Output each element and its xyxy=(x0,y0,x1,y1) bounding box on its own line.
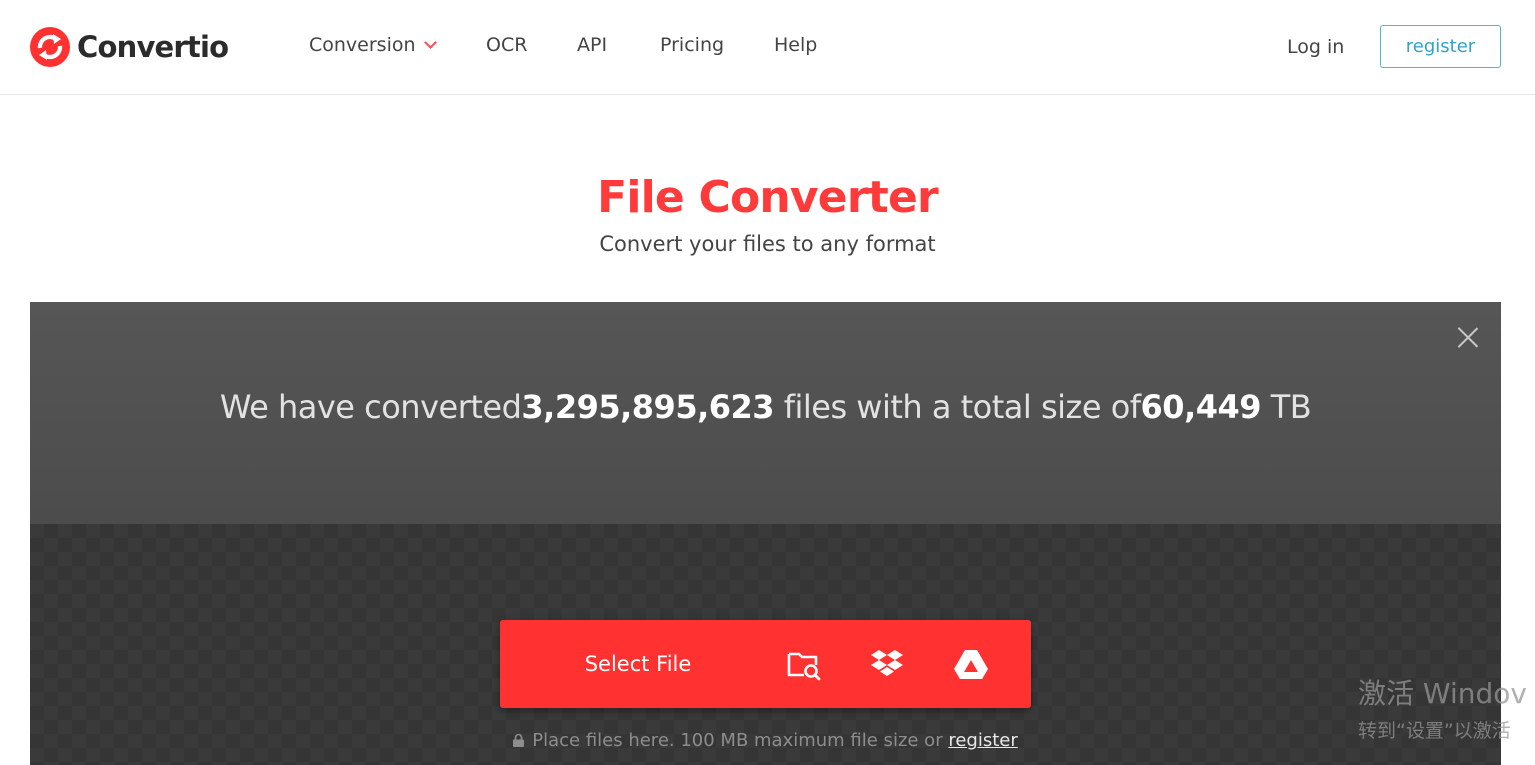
select-file-bar: Select File xyxy=(500,620,1031,708)
page-subtitle: Convert your files to any format xyxy=(599,232,936,256)
close-icon[interactable] xyxy=(1457,326,1479,348)
stats-banner: We have converted3,295,895,623 files wit… xyxy=(30,302,1501,524)
files-count: 3,295,895,623 xyxy=(521,388,775,426)
converter-panel: We have converted3,295,895,623 files wit… xyxy=(30,302,1501,765)
size-unit: TB xyxy=(1261,388,1312,426)
nav-item-label: Conversion xyxy=(309,34,416,56)
page-title: File Converter xyxy=(597,172,939,223)
chevron-down-icon xyxy=(423,36,437,49)
stats-middle: files with a total size of xyxy=(774,388,1141,426)
total-size: 60,449 xyxy=(1140,388,1262,426)
watermark-line-2: 转到“设置”以激活 xyxy=(1358,720,1511,742)
drop-note-register-link[interactable]: register xyxy=(948,730,1017,751)
folder-search-icon[interactable] xyxy=(786,646,822,682)
register-button[interactable]: register xyxy=(1380,25,1501,68)
logo-wordmark: Convertio xyxy=(77,30,229,64)
select-file-button[interactable]: Select File xyxy=(500,620,776,708)
nav-item-ocr[interactable]: OCR xyxy=(486,34,527,56)
stats-text: We have converted3,295,895,623 files wit… xyxy=(30,388,1501,426)
site-header: Convertio Conversion OCR API Pricing Hel… xyxy=(0,0,1535,95)
drop-note-text: Place files here. 100 MB maximum file si… xyxy=(532,730,949,751)
nav-item-conversion[interactable]: Conversion xyxy=(309,34,437,56)
stats-prefix: We have converted xyxy=(219,388,522,426)
google-drive-icon[interactable] xyxy=(953,646,989,682)
dropbox-icon[interactable] xyxy=(869,646,905,682)
convertio-logo-icon xyxy=(30,27,70,67)
lock-icon xyxy=(513,734,525,747)
file-drop-zone[interactable]: Select File Place files here. 100 MB max… xyxy=(30,524,1501,765)
windows-activation-watermark: 激活 Windov 转到“设置”以激活 xyxy=(1358,672,1527,743)
login-link[interactable]: Log in xyxy=(1287,36,1344,58)
convertio-logo[interactable]: Convertio xyxy=(29,25,229,69)
watermark-line-1: 激活 Windov xyxy=(1358,677,1527,710)
drop-note: Place files here. 100 MB maximum file si… xyxy=(30,730,1501,751)
nav-item-help[interactable]: Help xyxy=(774,34,817,56)
nav-item-pricing[interactable]: Pricing xyxy=(660,34,724,56)
nav-item-api[interactable]: API xyxy=(577,34,607,56)
